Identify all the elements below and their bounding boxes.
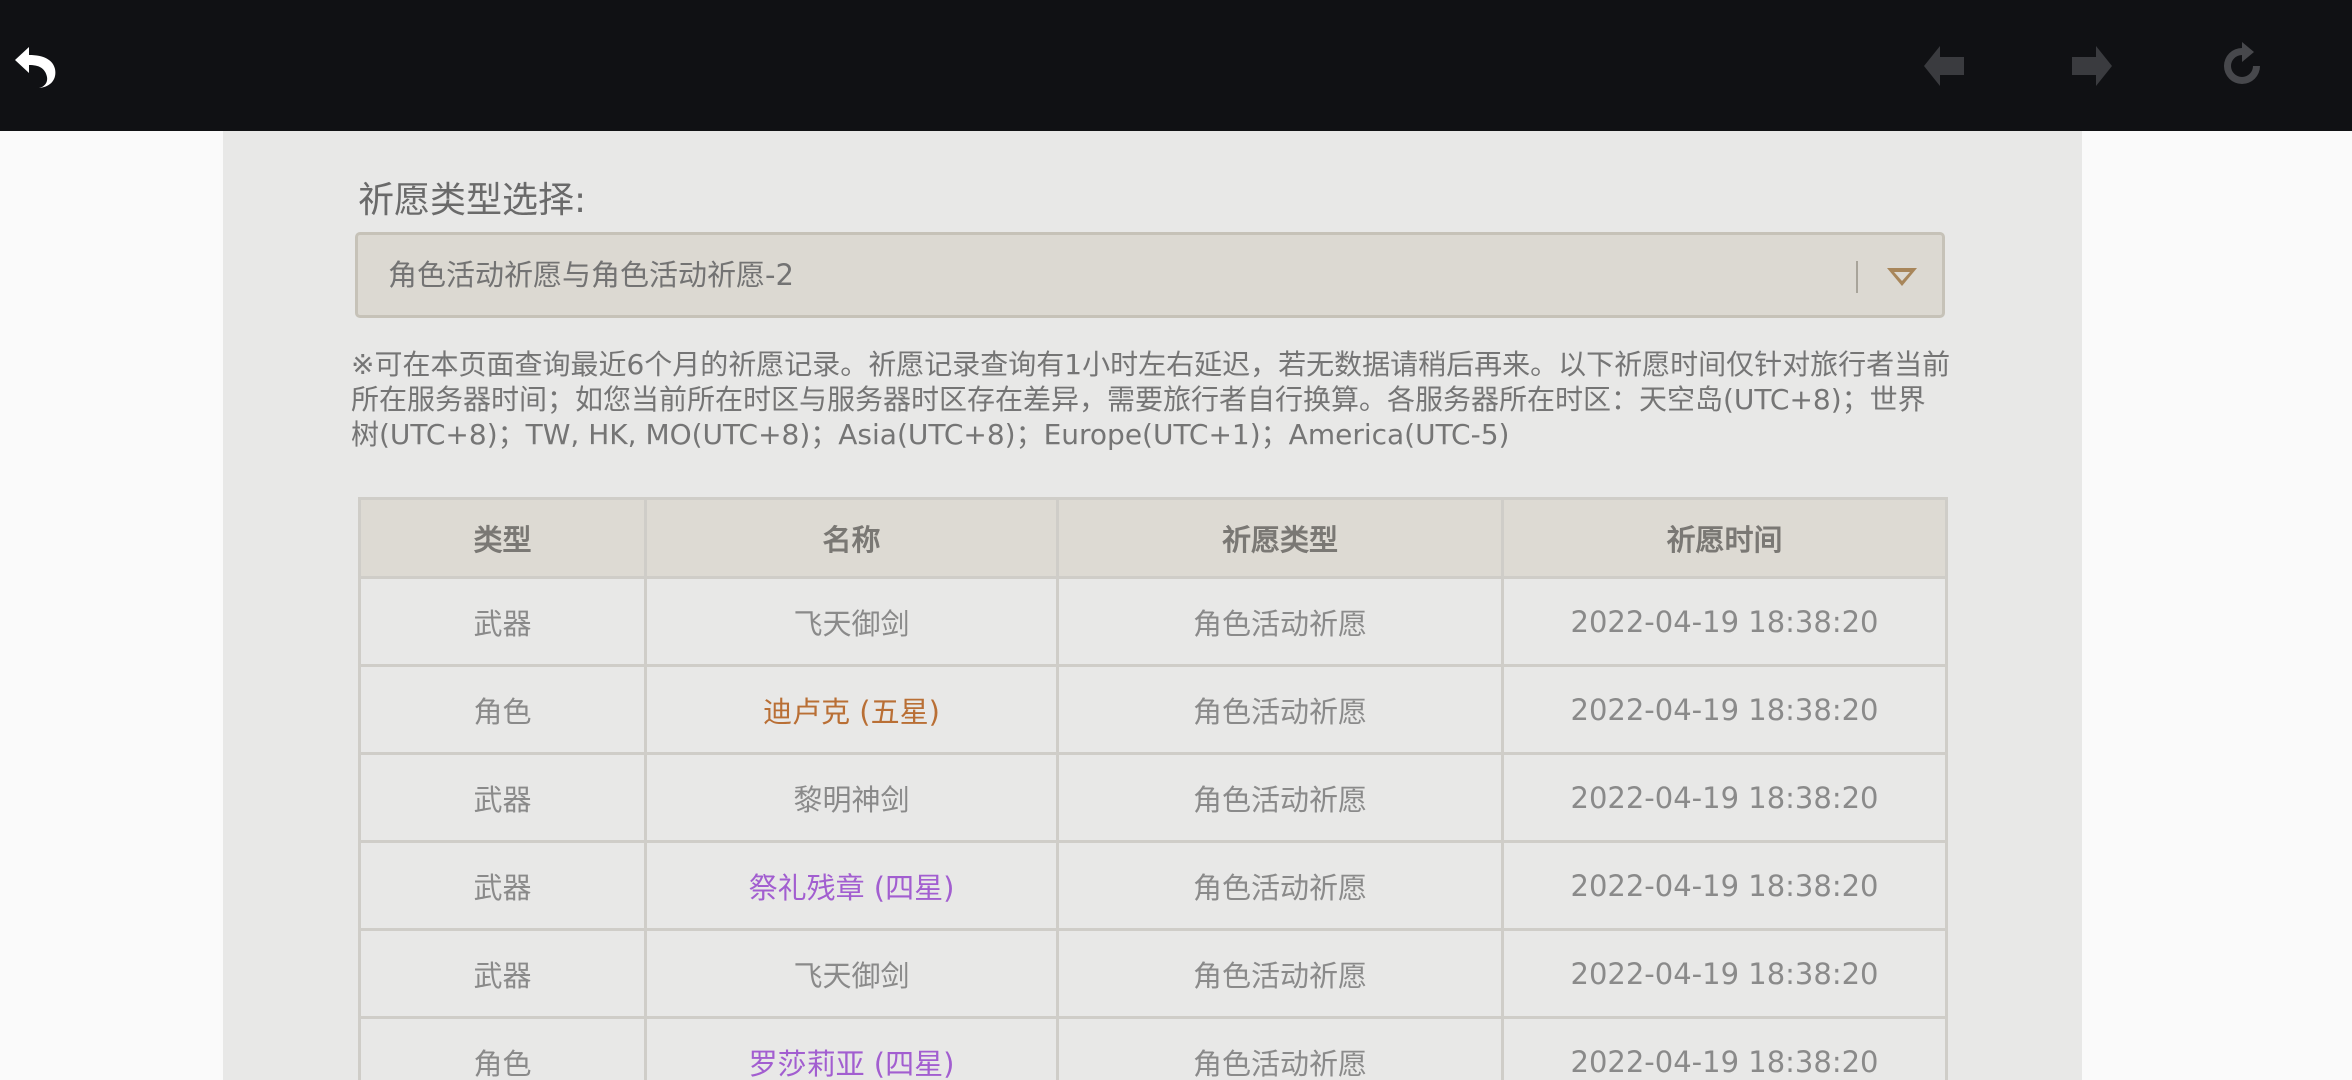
diamond-left-icon: [1924, 46, 1964, 86]
prev-button[interactable]: [1912, 34, 1976, 98]
cell-wish-type: 角色活动祈愿: [1056, 928, 1504, 1019]
wish-records-table: 类型 名称 祈愿类型 祈愿时间 武器 飞天御剑 角色活动祈愿 2022-04-1…: [358, 497, 1948, 1080]
table-row: 角色 罗莎莉亚 (四星) 角色活动祈愿 2022-04-19 18:38:20: [358, 1016, 1948, 1080]
cell-type: 武器: [358, 928, 647, 1019]
header-wish-time: 祈愿时间: [1501, 497, 1948, 579]
query-notice: ※可在本页面查询最近6个月的祈愿记录。祈愿记录查询有1小时左右延迟，若无数据请稍…: [351, 348, 1951, 451]
chevron-down-icon[interactable]: [1882, 257, 1922, 297]
cell-wish-type: 角色活动祈愿: [1056, 1016, 1504, 1080]
select-divider: [1856, 261, 1858, 293]
cell-name-five-star: 迪卢克 (五星): [644, 664, 1059, 755]
back-arrow-icon: [15, 47, 56, 88]
cell-wish-type: 角色活动祈愿: [1056, 664, 1504, 755]
cell-name: 黎明神剑: [644, 752, 1059, 843]
cell-name: 飞天御剑: [644, 576, 1059, 667]
wish-type-label: 祈愿类型选择:: [358, 180, 587, 221]
wish-type-select-value: 角色活动祈愿与角色活动祈愿-2: [388, 258, 794, 292]
back-button[interactable]: [4, 34, 68, 98]
table-row: 武器 飞天御剑 角色活动祈愿 2022-04-19 18:38:20: [358, 928, 1948, 1019]
cell-type: 角色: [358, 664, 647, 755]
cell-type: 武器: [358, 840, 647, 931]
header-name: 名称: [644, 497, 1059, 579]
cell-wish-type: 角色活动祈愿: [1056, 752, 1504, 843]
cell-name-four-star: 祭礼残章 (四星): [644, 840, 1059, 931]
cell-type: 武器: [358, 576, 647, 667]
header-type: 类型: [358, 497, 647, 579]
diamond-right-icon: [2072, 46, 2112, 86]
table-row: 武器 祭礼残章 (四星) 角色活动祈愿 2022-04-19 18:38:20: [358, 840, 1948, 931]
table-row: 武器 黎明神剑 角色活动祈愿 2022-04-19 18:38:20: [358, 752, 1948, 843]
top-toolbar: [0, 0, 2352, 131]
table-row: 角色 迪卢克 (五星) 角色活动祈愿 2022-04-19 18:38:20: [358, 664, 1948, 755]
cell-type: 武器: [358, 752, 647, 843]
cell-time: 2022-04-19 18:38:20: [1501, 752, 1948, 843]
cell-time: 2022-04-19 18:38:20: [1501, 664, 1948, 755]
header-wish-type: 祈愿类型: [1056, 497, 1504, 579]
cell-time: 2022-04-19 18:38:20: [1501, 928, 1948, 1019]
cell-wish-type: 角色活动祈愿: [1056, 576, 1504, 667]
cell-wish-type: 角色活动祈愿: [1056, 840, 1504, 931]
cell-time: 2022-04-19 18:38:20: [1501, 576, 1948, 667]
table-header-row: 类型 名称 祈愿类型 祈愿时间: [358, 497, 1948, 579]
cell-time: 2022-04-19 18:38:20: [1501, 1016, 1948, 1080]
reload-button[interactable]: [2210, 34, 2274, 98]
reload-icon: [2224, 42, 2260, 84]
next-button[interactable]: [2060, 34, 2124, 98]
cell-time: 2022-04-19 18:38:20: [1501, 840, 1948, 931]
cell-name: 飞天御剑: [644, 928, 1059, 1019]
cell-name-four-star: 罗莎莉亚 (四星): [644, 1016, 1059, 1080]
cell-type: 角色: [358, 1016, 647, 1080]
table-row: 武器 飞天御剑 角色活动祈愿 2022-04-19 18:38:20: [358, 576, 1948, 667]
wish-history-panel: 祈愿类型选择: 角色活动祈愿与角色活动祈愿-2 ※可在本页面查询最近6个月的祈愿…: [223, 131, 2082, 1080]
wish-type-select[interactable]: 角色活动祈愿与角色活动祈愿-2: [355, 232, 1945, 318]
